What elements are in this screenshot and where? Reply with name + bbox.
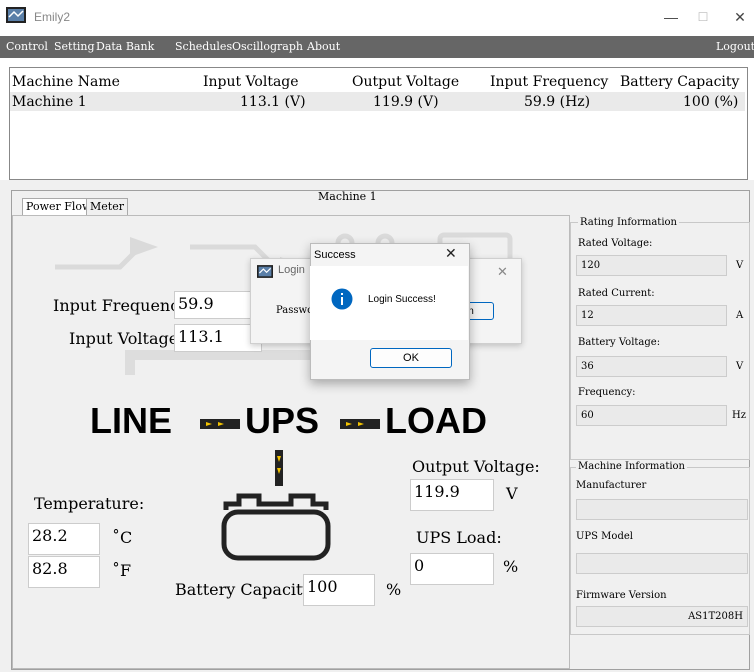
maximize-button[interactable]: ☐ bbox=[693, 8, 713, 26]
ups-to-load-arrow-icon bbox=[340, 419, 380, 429]
temperature-c-field: 28.2 bbox=[28, 523, 100, 555]
frequency-unit: Hz bbox=[732, 410, 746, 421]
ups-load-unit: % bbox=[503, 557, 519, 576]
ups-load-label: UPS Load: bbox=[416, 528, 502, 547]
rated-current-field: 12 bbox=[576, 305, 727, 326]
input-frequency-label: Input Frequency: bbox=[53, 296, 194, 315]
manufacturer-field bbox=[576, 499, 748, 520]
output-voltage-unit: V bbox=[506, 484, 518, 503]
input-voltage-label: Input Voltage: bbox=[69, 329, 184, 348]
input-voltage-field: 113.1 bbox=[174, 324, 262, 352]
rated-current-label: Rated Current: bbox=[578, 288, 655, 299]
firmware-version-label: Firmware Version bbox=[576, 590, 667, 601]
col-header-input-frequency[interactable]: Input Frequency bbox=[490, 74, 608, 90]
success-dialog-title: Success bbox=[314, 249, 356, 261]
battery-voltage-unit: V bbox=[736, 361, 744, 372]
col-header-machine-name[interactable]: Machine Name bbox=[12, 74, 120, 90]
login-app-icon bbox=[257, 265, 273, 278]
menu-oscillograph[interactable]: Oscillograph bbox=[232, 40, 303, 53]
frequency-field: 60 bbox=[576, 405, 727, 426]
window-title: Emily2 bbox=[34, 10, 71, 24]
menu-setting[interactable]: Setting bbox=[54, 40, 95, 53]
ups-model-label: UPS Model bbox=[576, 531, 633, 542]
firmware-version-field: AS1T208H bbox=[576, 606, 748, 627]
line-label: LINE bbox=[90, 400, 173, 441]
menu-data-bank[interactable]: Data Bank bbox=[96, 40, 154, 53]
ups-load-field: 0 bbox=[410, 553, 494, 585]
tab-power-flow[interactable]: Power Flow bbox=[22, 198, 96, 215]
col-header-input-voltage[interactable]: Input Voltage bbox=[203, 74, 299, 90]
frequency-label: Frequency: bbox=[578, 387, 636, 398]
battery-capacity-unit: % bbox=[386, 580, 402, 599]
success-message: Login Success! bbox=[368, 294, 436, 305]
temperature-f-unit: ˚F bbox=[112, 561, 132, 580]
input-frequency-field: 59.9 bbox=[174, 291, 262, 319]
tab-meter[interactable]: Meter bbox=[86, 198, 128, 215]
menu-control[interactable]: Control bbox=[6, 40, 48, 53]
rated-voltage-field: 120 bbox=[576, 255, 727, 276]
battery-capacity-label: Battery Capacity: bbox=[175, 580, 317, 599]
success-close-button[interactable]: ✕ bbox=[445, 245, 457, 262]
title-bar bbox=[0, 0, 754, 36]
minimize-button[interactable]: — bbox=[661, 8, 681, 26]
col-header-output-voltage[interactable]: Output Voltage bbox=[352, 74, 459, 90]
rated-current-unit: A bbox=[736, 310, 744, 321]
info-icon bbox=[331, 288, 353, 310]
battery-voltage-field: 36 bbox=[576, 356, 727, 377]
close-button[interactable]: ✕ bbox=[730, 8, 750, 26]
ups-model-field bbox=[576, 553, 748, 574]
output-voltage-field: 119.9 bbox=[410, 479, 494, 511]
app-icon bbox=[6, 7, 26, 23]
line-to-ups-arrow-icon bbox=[200, 419, 240, 429]
machine-information-title: Machine Information bbox=[576, 461, 687, 472]
output-voltage-label: Output Voltage: bbox=[412, 457, 540, 476]
load-label: LOAD bbox=[385, 400, 487, 441]
password-label: Passwo bbox=[276, 305, 314, 316]
manufacturer-label: Manufacturer bbox=[576, 480, 647, 491]
ups-label: UPS bbox=[245, 400, 320, 441]
cell-machine-name: Machine 1 bbox=[12, 94, 87, 110]
temperature-f-field: 82.8 bbox=[28, 556, 100, 588]
battery-capacity-field: 100 bbox=[303, 574, 375, 606]
col-header-battery-capacity[interactable]: Battery Capacity bbox=[620, 74, 739, 90]
machine-label: Machine 1 bbox=[318, 190, 377, 203]
ups-to-battery-arrow-icon bbox=[275, 450, 283, 486]
ok-button[interactable]: OK bbox=[370, 348, 452, 368]
cell-input-frequency: 59.9 (Hz) bbox=[524, 94, 591, 110]
menu-schedules[interactable]: Schedules bbox=[175, 40, 232, 53]
rated-voltage-unit: V bbox=[736, 260, 744, 271]
cell-input-voltage: 113.1 (V) bbox=[240, 94, 306, 110]
menu-about[interactable]: About bbox=[307, 40, 340, 53]
temperature-c-unit: ˚C bbox=[112, 528, 133, 547]
rating-information-title: Rating Information bbox=[578, 217, 679, 228]
logout-button[interactable]: Logout bbox=[716, 40, 754, 53]
login-close-button[interactable]: ✕ bbox=[497, 264, 508, 280]
battery-icon bbox=[221, 493, 331, 561]
battery-voltage-label: Battery Voltage: bbox=[578, 337, 661, 348]
cell-battery-capacity: 100 (%) bbox=[683, 94, 739, 110]
rated-voltage-label: Rated Voltage: bbox=[578, 238, 653, 249]
cell-output-voltage: 119.9 (V) bbox=[373, 94, 439, 110]
temperature-label: Temperature: bbox=[34, 494, 145, 513]
login-dialog-title: Login bbox=[278, 264, 305, 276]
